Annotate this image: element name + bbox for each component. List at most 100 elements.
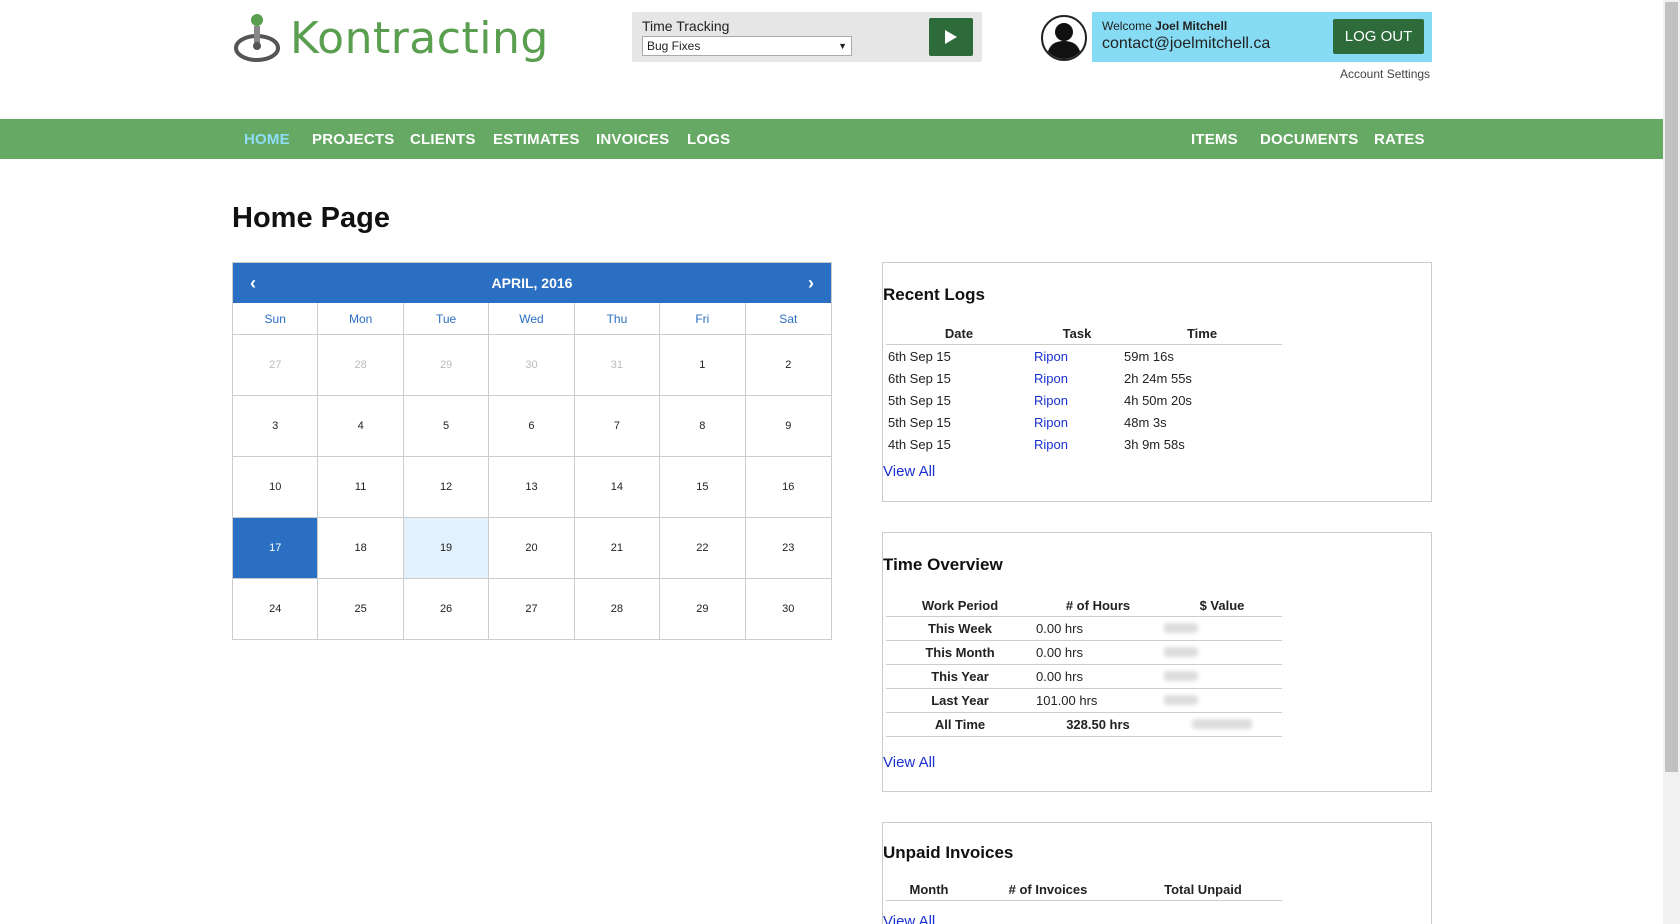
header: Kontracting Time Tracking Bug Fixes ▼ We… (0, 0, 1663, 119)
calendar-day[interactable]: 21 (574, 518, 661, 579)
hours-value: 101.00 hrs (1034, 689, 1162, 713)
nav-logs[interactable]: LOGS (687, 131, 730, 148)
nav-projects[interactable]: PROJECTS (312, 131, 394, 148)
log-date: 5th Sep 15 (888, 392, 951, 408)
calendar-day[interactable]: 2 (745, 335, 831, 396)
table-row: All Time 328.50 hrs (886, 713, 1282, 737)
welcome-text: Welcome Joel Mitchell (1102, 19, 1227, 33)
weekday-label: Mon (318, 303, 404, 334)
calendar-day[interactable]: 24 (233, 579, 319, 640)
calendar-day[interactable]: 29 (660, 579, 746, 640)
table-row: 5th Sep 15 Ripon 48m 3s (886, 411, 1282, 433)
user-avatar[interactable] (1041, 15, 1087, 61)
table-header: Month (886, 879, 972, 901)
weekday-label: Fri (660, 303, 746, 334)
time-overview-title: Time Overview (883, 555, 1003, 574)
calendar-day[interactable]: 16 (745, 457, 831, 518)
hours-value: 0.00 hrs (1034, 617, 1162, 641)
time-overview-table: Work Period # of Hours $ Value This Week… (886, 595, 1282, 737)
calendar-day[interactable]: 15 (660, 457, 746, 518)
log-task-link[interactable]: Ripon (1032, 367, 1122, 389)
task-select[interactable]: Bug Fixes ▼ (642, 36, 852, 56)
log-task-link[interactable]: Ripon (1032, 433, 1122, 455)
calendar-grid: 27 28 29 30 31 1 2 3 4 5 6 7 8 9 10 11 12 13 14 15 16 17 18 19 2… (233, 335, 831, 640)
nav-home[interactable]: HOME (244, 131, 290, 148)
nav-invoices[interactable]: INVOICES (596, 131, 669, 148)
calendar-day[interactable]: 5 (403, 396, 490, 457)
log-task-link[interactable]: Ripon (1032, 411, 1122, 433)
unpaid-invoices-view-all-link[interactable]: View All (883, 913, 935, 924)
calendar-day[interactable]: 13 (489, 457, 575, 518)
time-overview-view-all-link[interactable]: View All (883, 754, 935, 771)
calendar-day[interactable]: 12 (403, 457, 490, 518)
dollar-value-redacted (1162, 713, 1282, 737)
calendar-day[interactable]: 25 (318, 579, 404, 640)
logo[interactable]: Kontracting (232, 12, 549, 64)
nav-rates[interactable]: RATES (1374, 131, 1425, 148)
calendar-day[interactable]: 19 (403, 518, 490, 579)
calendar-day[interactable]: 1 (660, 335, 746, 396)
nav-estimates[interactable]: ESTIMATES (493, 131, 580, 148)
nav-items[interactable]: ITEMS (1191, 131, 1238, 148)
recent-logs-view-all-link[interactable]: View All (883, 463, 935, 480)
main-nav: HOME PROJECTS CLIENTS ESTIMATES INVOICES… (0, 119, 1663, 159)
account-settings-link[interactable]: Account Settings (1340, 67, 1430, 81)
redacted-value (1192, 719, 1252, 729)
calendar-weekdays: Sun Mon Tue Wed Thu Fri Sat (233, 303, 831, 335)
log-time: 3h 9m 58s (1124, 436, 1185, 452)
calendar-day[interactable]: 6 (489, 396, 575, 457)
table-row: Last Year 101.00 hrs (886, 689, 1282, 713)
calendar-day[interactable]: 28 (574, 579, 661, 640)
log-time: 59m 16s (1124, 348, 1174, 364)
calendar-day[interactable]: 11 (318, 457, 404, 518)
calendar-day[interactable]: 30 (489, 335, 575, 396)
log-date: 4th Sep 15 (888, 436, 951, 452)
work-period-label: This Week (886, 617, 1034, 641)
calendar-day[interactable]: 29 (403, 335, 490, 396)
calendar-day[interactable]: 17 (233, 518, 319, 579)
calendar-day[interactable]: 18 (318, 518, 404, 579)
prev-month-icon[interactable]: ‹ (243, 273, 263, 294)
page-title: Home Page (232, 202, 390, 234)
dropdown-arrow-icon: ▼ (838, 41, 847, 51)
log-task-link[interactable]: Ripon (1032, 389, 1122, 411)
hours-value: 0.00 hrs (1034, 641, 1162, 665)
calendar-day[interactable]: 10 (233, 457, 319, 518)
work-period-label: All Time (886, 713, 1034, 737)
hours-value: 328.50 hrs (1034, 713, 1162, 737)
log-task-link[interactable]: Ripon (1032, 345, 1122, 367)
scrollbar-thumb[interactable] (1665, 2, 1678, 772)
next-month-icon[interactable]: › (801, 273, 821, 294)
calendar-day[interactable]: 22 (660, 518, 746, 579)
calendar-day[interactable]: 4 (318, 396, 404, 457)
welcome-prefix: Welcome (1102, 19, 1152, 33)
table-header: # of Hours (1034, 595, 1162, 617)
start-timer-button[interactable] (929, 18, 973, 56)
calendar-day[interactable]: 26 (403, 579, 490, 640)
logout-button[interactable]: LOG OUT (1333, 19, 1424, 54)
work-period-label: This Year (886, 665, 1034, 689)
dollar-value-redacted (1162, 617, 1282, 641)
calendar-day[interactable]: 28 (318, 335, 404, 396)
log-date: 6th Sep 15 (888, 370, 951, 386)
calendar-day[interactable]: 3 (233, 396, 319, 457)
calendar-day[interactable]: 14 (574, 457, 661, 518)
calendar-day[interactable]: 27 (489, 579, 575, 640)
calendar-day[interactable]: 23 (745, 518, 831, 579)
nav-clients[interactable]: CLIENTS (410, 131, 476, 148)
table-row: This Month 0.00 hrs (886, 641, 1282, 665)
calendar-day[interactable]: 8 (660, 396, 746, 457)
table-header: Total Unpaid (1124, 879, 1282, 901)
page-scrollbar[interactable] (1663, 0, 1680, 924)
redacted-value (1164, 695, 1198, 705)
calendar-day[interactable]: 31 (574, 335, 661, 396)
calendar-day[interactable]: 27 (233, 335, 319, 396)
calendar-day[interactable]: 30 (745, 579, 831, 640)
log-time: 4h 50m 20s (1124, 392, 1192, 408)
calendar-day[interactable]: 20 (489, 518, 575, 579)
table-header: # of Invoices (972, 879, 1124, 901)
calendar-day[interactable]: 9 (745, 396, 831, 457)
nav-documents[interactable]: DOCUMENTS (1260, 131, 1358, 148)
task-select-value: Bug Fixes (647, 39, 701, 53)
calendar-day[interactable]: 7 (574, 396, 661, 457)
